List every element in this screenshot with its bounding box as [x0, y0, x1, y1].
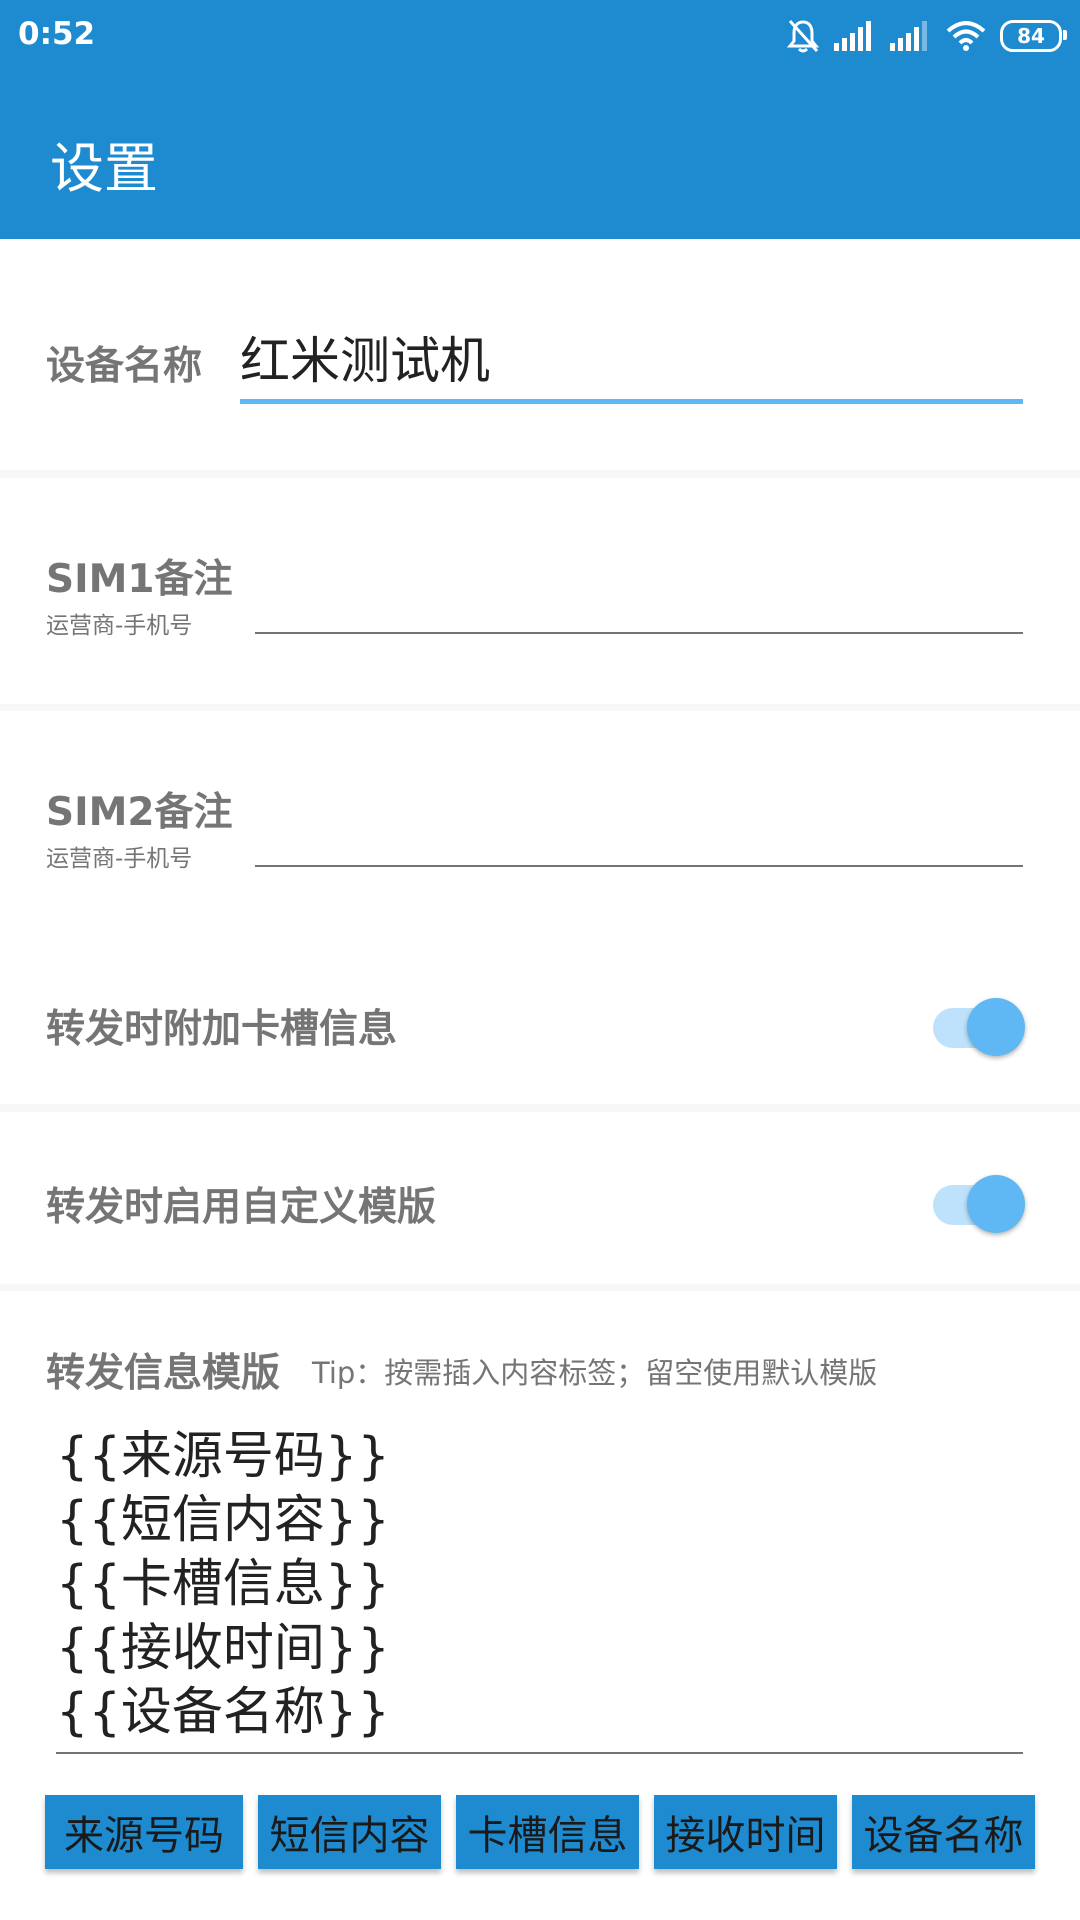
template-textarea[interactable]: {{来源号码}} {{短信内容}} {{卡槽信息}} {{接收时间}} {{设备… — [56, 1425, 1016, 1745]
device-name-label: 设备名称 — [46, 344, 203, 389]
signal-icon — [890, 21, 932, 51]
insert-slot-info-button[interactable]: 卡槽信息 — [456, 1795, 639, 1869]
insert-sms-content-button[interactable]: 短信内容 — [258, 1795, 441, 1869]
status-icons: 84 — [786, 16, 1067, 56]
signal-icon — [834, 21, 876, 51]
sim1-hint: 运营商-手机号 — [46, 613, 193, 639]
template-underline — [56, 1752, 1023, 1754]
app-bar: 0:52 84 设置 — [0, 0, 1080, 239]
sim1-label: SIM1备注 — [46, 557, 233, 602]
sim2-hint: 运营商-手机号 — [46, 846, 193, 872]
bell-mute-icon — [786, 18, 820, 54]
template-label: 转发信息模版 — [46, 1351, 281, 1396]
sim2-field[interactable] — [255, 805, 1023, 865]
sim1-field[interactable] — [255, 572, 1023, 632]
switch-thumb — [967, 1175, 1025, 1233]
sim2-underline — [255, 865, 1023, 867]
sim1-card: SIM1备注 运营商-手机号 — [0, 478, 1080, 704]
status-time: 0:52 — [18, 16, 96, 52]
switch-thumb — [967, 998, 1025, 1056]
page-title: 设置 — [50, 137, 158, 200]
toggle-slot-info-switch[interactable] — [925, 991, 1025, 1056]
status-bar: 0:52 84 — [0, 0, 1080, 72]
sim2-label: SIM2备注 — [46, 790, 233, 835]
template-tip: Tip：按需插入内容标签；留空使用默认模版 — [312, 1356, 878, 1390]
device-name-card: 设备名称 — [0, 239, 1080, 470]
toggle-custom-template-label: 转发时启用自定义模版 — [46, 1185, 437, 1230]
device-name-field[interactable] — [240, 321, 1020, 393]
battery-icon: 84 — [1000, 20, 1067, 52]
wifi-icon — [946, 21, 986, 51]
custom-template-toggle-card: 转发时启用自定义模版 — [0, 1112, 1080, 1284]
insert-device-name-button[interactable]: 设备名称 — [852, 1795, 1035, 1869]
insert-source-number-button[interactable]: 来源号码 — [45, 1795, 243, 1869]
sim2-card: SIM2备注 运营商-手机号 转发时附加卡槽信息 — [0, 711, 1080, 1104]
sim1-underline — [255, 632, 1023, 634]
toggle-custom-template-switch[interactable] — [925, 1168, 1025, 1233]
toggle-slot-info-label: 转发时附加卡槽信息 — [46, 1007, 398, 1052]
insert-receive-time-button[interactable]: 接收时间 — [654, 1795, 837, 1869]
device-name-underline — [240, 399, 1023, 404]
